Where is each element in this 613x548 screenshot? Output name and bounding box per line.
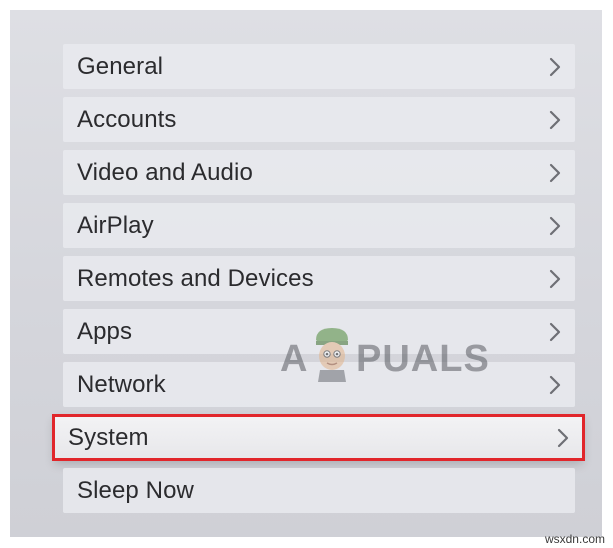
watermark-text-right: PUALS bbox=[356, 338, 490, 380]
tv-settings-screen: General Accounts Video and Audio AirPlay bbox=[10, 10, 602, 537]
menu-item-label: Sleep Now bbox=[77, 476, 194, 504]
menu-item-system[interactable]: System bbox=[54, 415, 583, 460]
chevron-right-icon bbox=[549, 269, 561, 289]
menu-item-label: General bbox=[77, 52, 164, 80]
menu-item-accounts[interactable]: Accounts bbox=[63, 97, 575, 142]
menu-item-remotes-and-devices[interactable]: Remotes and Devices bbox=[63, 256, 575, 301]
settings-menu: General Accounts Video and Audio AirPlay bbox=[10, 10, 602, 537]
appuals-watermark: A PUALS bbox=[280, 320, 500, 390]
menu-item-sleep-now[interactable]: Sleep Now bbox=[63, 468, 575, 513]
menu-item-label: Apps bbox=[77, 317, 133, 345]
chevron-right-icon bbox=[549, 375, 561, 395]
chevron-right-icon bbox=[549, 322, 561, 342]
menu-item-label: AirPlay bbox=[77, 211, 154, 239]
chevron-right-icon bbox=[549, 216, 561, 236]
chevron-right-icon bbox=[557, 428, 569, 448]
chevron-right-icon bbox=[549, 110, 561, 130]
menu-item-label: Video and Audio bbox=[77, 158, 253, 186]
source-credit: wsxdn.com bbox=[544, 532, 605, 546]
menu-item-label: Remotes and Devices bbox=[77, 264, 314, 292]
chevron-right-icon bbox=[549, 57, 561, 77]
menu-item-airplay[interactable]: AirPlay bbox=[63, 203, 575, 248]
chevron-right-icon bbox=[549, 163, 561, 183]
menu-item-video-and-audio[interactable]: Video and Audio bbox=[63, 150, 575, 195]
menu-item-general[interactable]: General bbox=[63, 44, 575, 89]
menu-item-label: Network bbox=[77, 370, 166, 398]
watermark-text-left: A bbox=[280, 338, 309, 380]
mascot-logo-icon bbox=[310, 324, 354, 389]
menu-item-label: System bbox=[68, 423, 149, 451]
menu-item-label: Accounts bbox=[77, 105, 177, 133]
